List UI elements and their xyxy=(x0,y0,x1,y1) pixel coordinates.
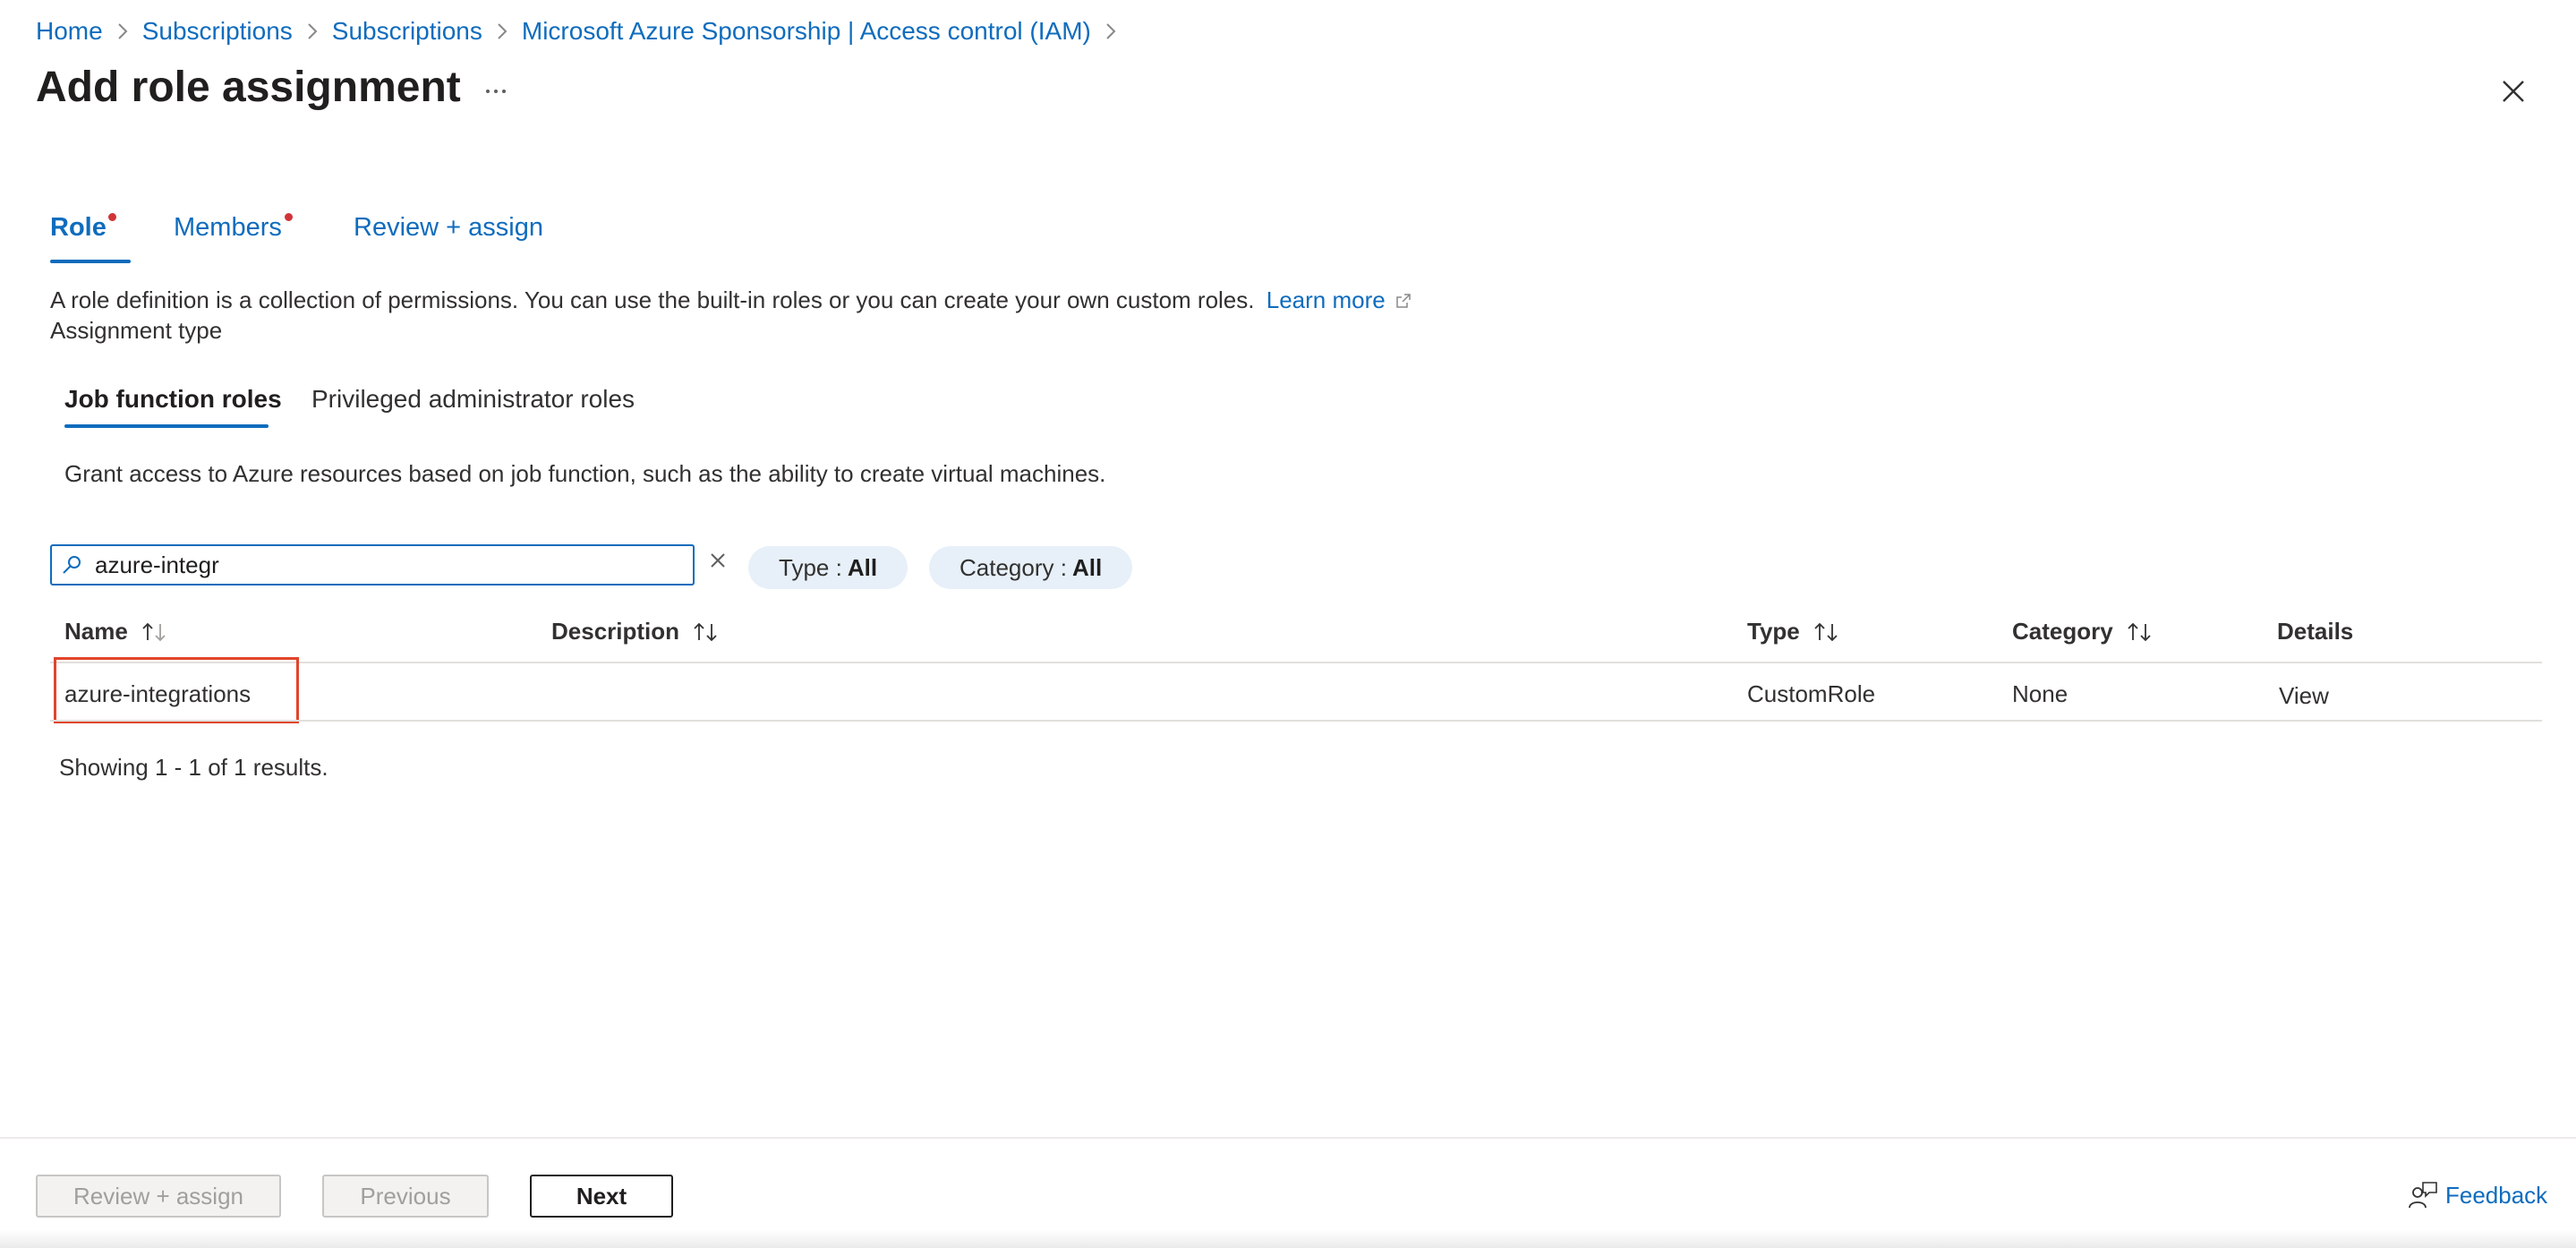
required-indicator xyxy=(285,213,293,221)
bottom-edge-shadow xyxy=(0,1230,2576,1248)
description-text: A role definition is a collection of per… xyxy=(50,286,1255,313)
column-header-category[interactable]: Category xyxy=(2012,618,2154,645)
feedback-label: Feedback xyxy=(2445,1181,2548,1209)
sort-icon[interactable] xyxy=(141,621,169,643)
footer-divider xyxy=(0,1137,2576,1139)
subtab-active-indicator xyxy=(64,424,269,428)
sort-icon[interactable] xyxy=(2126,621,2154,643)
chevron-right-icon xyxy=(307,22,318,40)
tab-label: Role xyxy=(50,213,107,242)
sort-icon[interactable] xyxy=(1813,621,1841,643)
view-details-link[interactable]: View xyxy=(2279,682,2329,710)
filter-label: Type : xyxy=(779,553,842,581)
required-indicator xyxy=(108,213,116,221)
tab-active-indicator xyxy=(50,260,131,263)
tab-label: Members xyxy=(174,213,282,242)
close-button[interactable] xyxy=(2494,72,2533,111)
feedback-icon xyxy=(2409,1182,2437,1209)
page-title: Add role assignment xyxy=(36,64,461,111)
subtab-privileged-admin-roles[interactable]: Privileged administrator roles xyxy=(311,385,635,414)
learn-more-label: Learn more xyxy=(1266,286,1386,313)
chevron-right-icon xyxy=(497,22,508,40)
assignment-type-label: Assignment type xyxy=(50,317,223,344)
breadcrumb-subscription[interactable]: Subscriptions xyxy=(332,17,482,46)
grant-description: Grant access to Azure resources based on… xyxy=(64,460,1106,487)
close-icon xyxy=(711,553,725,568)
learn-more-link[interactable]: Learn more xyxy=(1267,286,1412,313)
subtab-job-function-roles[interactable]: Job function roles xyxy=(64,385,282,414)
ellipsis-icon xyxy=(486,90,506,93)
column-header-type[interactable]: Type xyxy=(1747,618,1841,645)
role-type-cell: CustomRole xyxy=(1747,680,1876,707)
sort-icon[interactable] xyxy=(692,621,721,643)
chevron-right-icon xyxy=(1105,22,1116,40)
breadcrumb: Home Subscriptions Subscriptions Microso… xyxy=(36,14,1130,48)
column-label: Details xyxy=(2277,618,2354,645)
tab-role[interactable]: Role xyxy=(50,213,107,243)
table-header-divider xyxy=(50,662,2542,663)
column-header-details: Details xyxy=(2277,618,2353,645)
column-header-description[interactable]: Description xyxy=(551,618,721,645)
next-button[interactable]: Next xyxy=(530,1175,673,1218)
search-box xyxy=(50,544,695,586)
role-description: A role definition is a collection of per… xyxy=(50,286,1412,314)
review-assign-button[interactable]: Review + assign xyxy=(36,1175,281,1218)
column-label: Name xyxy=(64,618,128,645)
tab-review-assign[interactable]: Review + assign xyxy=(354,213,543,243)
table-row-divider xyxy=(50,720,2542,722)
column-label: Category xyxy=(2012,618,2113,645)
search-icon xyxy=(63,556,81,574)
filter-type-pill[interactable]: Type : All xyxy=(748,546,908,589)
column-label: Description xyxy=(551,618,680,645)
tab-members[interactable]: Members xyxy=(174,213,282,243)
previous-button[interactable]: Previous xyxy=(322,1175,489,1218)
feedback-link[interactable]: Feedback xyxy=(2408,1180,2547,1210)
role-category-cell: None xyxy=(2012,680,2068,707)
breadcrumb-home[interactable]: Home xyxy=(36,17,103,46)
results-count: Showing 1 - 1 of 1 results. xyxy=(59,754,328,781)
search-input[interactable] xyxy=(95,551,668,579)
filter-label: Category : xyxy=(960,553,1067,581)
external-link-icon xyxy=(1396,294,1411,308)
tab-label: Review + assign xyxy=(354,213,543,242)
column-label: Type xyxy=(1747,618,1800,645)
close-icon xyxy=(2503,81,2524,102)
column-header-name[interactable]: Name xyxy=(64,618,169,645)
filter-category-pill[interactable]: Category : All xyxy=(929,546,1133,589)
filter-value: All xyxy=(1071,553,1103,581)
more-options-button[interactable] xyxy=(480,75,512,107)
breadcrumb-access-control[interactable]: Microsoft Azure Sponsorship | Access con… xyxy=(522,17,1091,46)
chevron-right-icon xyxy=(117,22,128,40)
filter-value: All xyxy=(847,553,878,581)
clear-search-button[interactable] xyxy=(705,548,730,573)
breadcrumb-subscriptions[interactable]: Subscriptions xyxy=(142,17,293,46)
role-name-cell[interactable]: azure-integrations xyxy=(64,680,251,708)
